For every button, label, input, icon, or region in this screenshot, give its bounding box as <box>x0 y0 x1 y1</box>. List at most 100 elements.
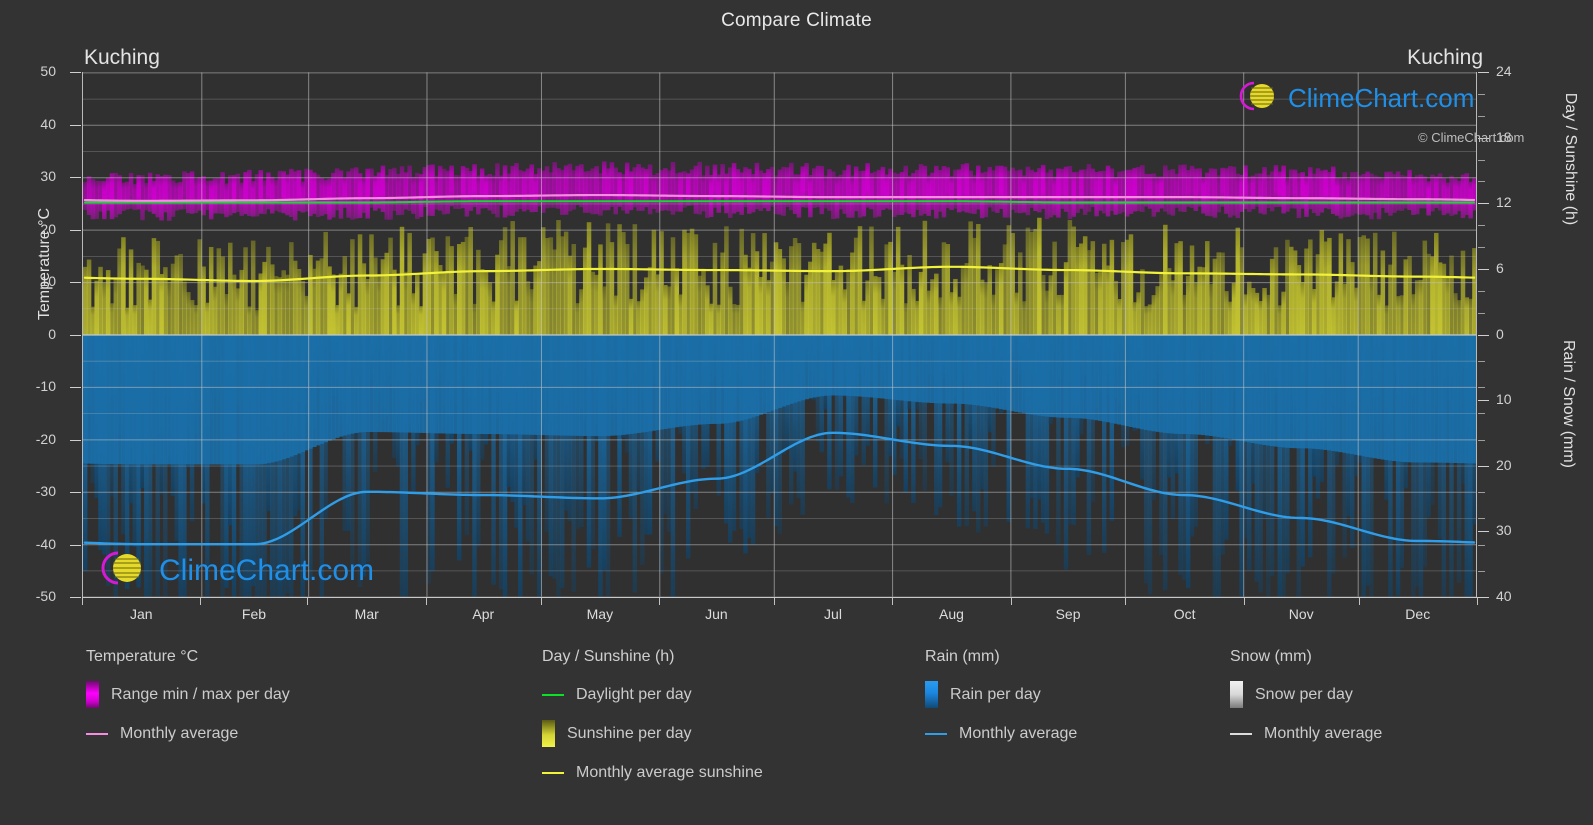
y-axis-right-title-top: Day / Sunshine (h) <box>1562 92 1579 226</box>
y-axis-right-minor-tickmark <box>1478 439 1485 441</box>
y-axis-right-tick-hours: 6 <box>1496 259 1504 276</box>
y-axis-right-tick-hours: 12 <box>1496 194 1512 211</box>
legend-line-swatch <box>925 732 947 735</box>
x-axis-tick: Dec <box>1405 606 1431 622</box>
legend-item[interactable]: Daylight per day <box>542 680 763 709</box>
y-axis-right-minor-tickmark <box>1478 159 1485 161</box>
legend-line <box>86 732 108 735</box>
legend-color-swatch <box>1230 681 1243 708</box>
legend-item-label: Monthly average <box>1264 724 1383 742</box>
y-axis-right-minor-tickmark <box>1478 360 1485 362</box>
y-axis-left-tick: -50 <box>35 588 56 604</box>
y-axis-right-tick-mm: 40 <box>1496 588 1512 604</box>
y-axis-left-tick: -10 <box>35 378 56 394</box>
y-axis-right-tickmark <box>1478 268 1489 270</box>
y-axis-left-tickmark <box>70 124 81 126</box>
page-title: Compare Climate <box>721 10 872 31</box>
chart-plot-area <box>82 72 1477 597</box>
x-axis-tick: Nov <box>1288 606 1314 622</box>
legend-color-swatch <box>542 720 555 747</box>
x-axis-tickmark <box>1477 597 1478 605</box>
legend-item[interactable]: Monthly average <box>1230 719 1382 748</box>
y-axis-left-title: Temperature °C <box>36 207 53 321</box>
legend-line <box>1230 732 1252 735</box>
legend-column: Temperature °C Range min / max per day Mon… <box>86 648 290 758</box>
legend-item[interactable]: Monthly average sunshine <box>542 758 763 787</box>
y-axis-left-tickmark <box>70 282 81 283</box>
x-axis-tickmark <box>773 597 775 605</box>
y-axis-right-tickmark <box>1478 531 1489 533</box>
y-axis-right-minor-tickmark <box>1478 518 1485 520</box>
legend-item-label: Rain per day <box>950 685 1041 703</box>
y-axis-right-tick-hours: 0 <box>1496 325 1504 342</box>
x-axis-tickmark <box>892 597 894 605</box>
x-axis-tickmark <box>425 597 427 605</box>
legend-line-swatch <box>86 732 108 735</box>
x-axis-tickmark <box>1243 597 1245 605</box>
legend-line-swatch <box>1230 732 1252 735</box>
x-axis-tick: Jan <box>129 606 153 622</box>
legend-item[interactable]: Range min / max per day <box>86 680 290 709</box>
y-axis-right-minor-tickmark <box>1478 181 1485 183</box>
y-axis-left-tickmark <box>70 492 81 493</box>
x-axis-tickmark <box>307 597 309 605</box>
legend-line-swatch <box>542 693 564 696</box>
y-axis-right-tickmark <box>1478 597 1489 598</box>
legend-item-label: Daylight per day <box>576 685 692 703</box>
y-axis-right-tick-mm: 30 <box>1496 522 1512 539</box>
legend-item-label: Monthly average sunshine <box>576 763 763 781</box>
y-axis-right-minor-tickmark <box>1478 290 1485 292</box>
legend-item[interactable]: Sunshine per day <box>542 719 763 748</box>
chart-legend: Temperature °C Range min / max per day Mon… <box>0 648 1593 818</box>
x-axis-tickmark <box>1358 597 1360 605</box>
legend-line <box>925 732 947 735</box>
climate-chart-page: Compare Climate Kuching Kuching 50 40 30… <box>0 0 1593 825</box>
x-axis-tickmark <box>540 597 542 605</box>
legend-line <box>542 771 564 774</box>
y-axis-right-tick-hours: 24 <box>1496 63 1512 79</box>
x-axis-tickmark <box>659 597 661 605</box>
y-axis-right-minor-tickmark <box>1478 312 1485 314</box>
legend-item[interactable]: Rain per day <box>925 680 1077 709</box>
legend-item[interactable]: Snow per day <box>1230 680 1382 709</box>
y-axis-left-tickmark <box>70 597 81 598</box>
y-axis-right-tick-mm: 10 <box>1496 391 1512 408</box>
x-axis-tick: Jul <box>824 606 842 622</box>
chart-canvas <box>83 72 1476 597</box>
y-axis-left-tickmark <box>70 72 81 73</box>
y-axis-right-tickmark <box>1478 334 1489 336</box>
y-axis-right-tickmark <box>1478 400 1489 402</box>
climechart-logo-text: ClimeChart.com <box>159 553 375 587</box>
y-axis-right-minor-tickmark <box>1478 413 1485 415</box>
climechart-logo-mark-icon <box>92 548 154 593</box>
y-axis-right-minor-tickmark <box>1478 225 1485 227</box>
y-axis-right-title-bottom: Rain / Snow (mm) <box>1560 339 1577 469</box>
legend-line-swatch <box>542 771 564 774</box>
y-axis-right-minor-tickmark <box>1478 492 1485 493</box>
legend-item[interactable]: Monthly average <box>925 719 1077 748</box>
legend-column: Day / Sunshine (h) Daylight per day Sunshi… <box>542 648 763 797</box>
y-axis-right-tickmark <box>1478 72 1489 73</box>
x-axis-tick: May <box>586 606 614 622</box>
copyright-credit: © ClimeChart.com <box>1418 130 1525 145</box>
y-axis-right-tick-mm: 20 <box>1496 456 1512 473</box>
x-axis-tick: Sep <box>1055 606 1081 622</box>
y-axis-left-tick: -20 <box>35 430 56 447</box>
legend-item-label: Monthly average <box>120 724 239 742</box>
legend-item[interactable]: Monthly average <box>86 719 290 748</box>
y-axis-left-tickmark <box>70 177 81 178</box>
climechart-logo-text: ClimeChart.com <box>1288 83 1475 113</box>
legend-heading: Day / Sunshine (h) <box>542 648 675 665</box>
x-axis-tick: Jun <box>705 606 728 622</box>
location-label-left: Kuching <box>84 46 160 69</box>
legend-heading: Rain (mm) <box>925 648 1000 665</box>
legend-color-swatch <box>86 681 99 708</box>
x-axis-tick: Apr <box>472 606 495 622</box>
x-axis-tick: Mar <box>354 606 379 622</box>
x-axis-tickmark <box>200 597 202 605</box>
x-axis-tickmark <box>82 597 83 605</box>
y-axis-right-tickmark <box>1478 203 1489 205</box>
y-axis-left-tick: -30 <box>35 483 56 499</box>
y-axis-left-tickmark <box>70 387 81 388</box>
x-axis-tickmark <box>1125 597 1127 605</box>
